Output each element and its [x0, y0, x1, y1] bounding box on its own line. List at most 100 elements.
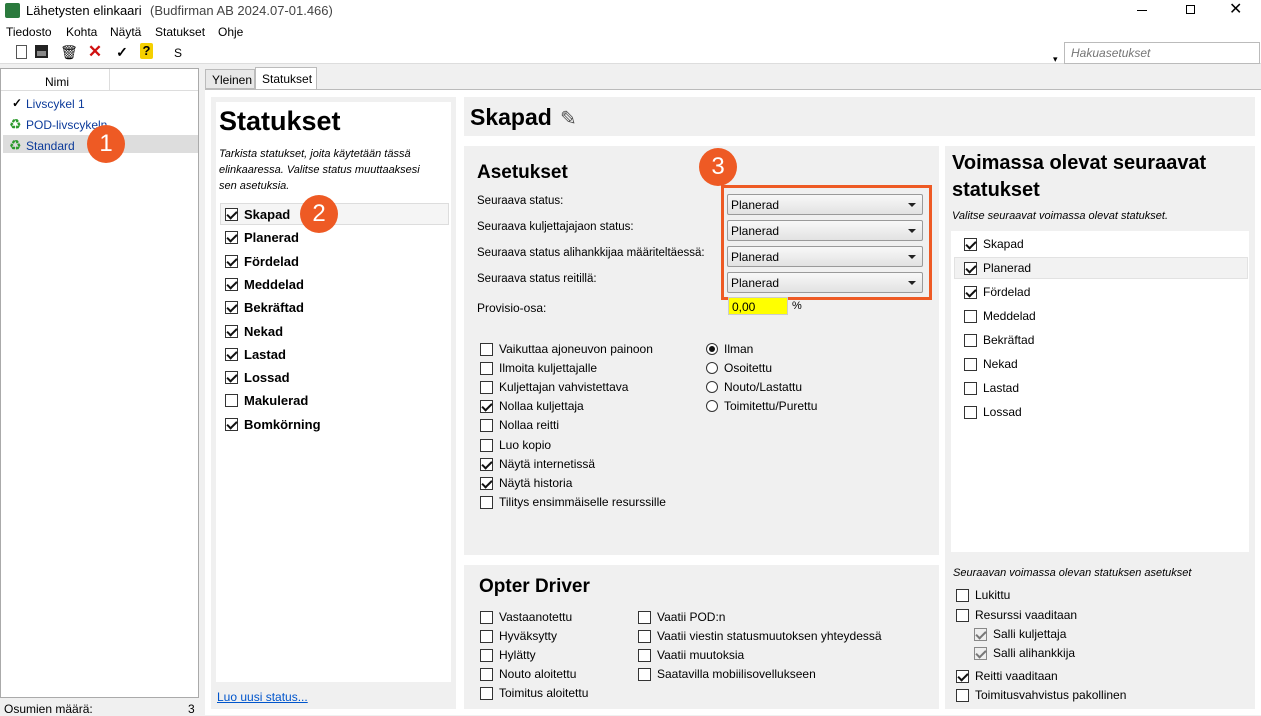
s-button[interactable]: S	[174, 46, 182, 60]
settings-option-checkbox[interactable]	[480, 438, 493, 452]
status-item-checkbox[interactable]	[225, 231, 238, 245]
settings-option-label: Tilitys ensimmäiselle resurssille	[499, 494, 666, 509]
list-item[interactable]: Standard	[26, 139, 75, 153]
save-icon[interactable]	[32, 43, 50, 61]
driver-option-label: Hylätty	[499, 648, 536, 663]
provision-input[interactable]: 0,00	[728, 297, 788, 315]
next-setting-checkbox[interactable]	[974, 628, 987, 641]
trash-icon[interactable]: 🗑	[60, 43, 78, 61]
status-item-checkbox[interactable]	[225, 394, 238, 408]
settings-title: Asetukset	[477, 162, 568, 183]
radio-button[interactable]	[706, 343, 718, 355]
next-status-item-label: Lastad	[983, 381, 1020, 395]
menu-ohje[interactable]: Ohje	[218, 25, 243, 39]
next-status-item-label: Meddelad	[983, 309, 1036, 323]
edit-pencil-icon[interactable]: ✎	[560, 106, 577, 131]
settings-option-checkbox[interactable]	[480, 362, 493, 376]
search-dropdown-icon[interactable]: ▾	[1053, 54, 1058, 65]
column-header-name[interactable]: Nimi	[45, 75, 69, 89]
help-icon[interactable]: ?	[140, 43, 153, 59]
menu-nayta[interactable]: Näytä	[110, 25, 141, 39]
minimize-icon[interactable]	[1137, 10, 1147, 11]
status-item-label: Meddelad	[244, 276, 304, 292]
driver-option-checkbox[interactable]	[480, 611, 493, 624]
radio-button[interactable]	[706, 381, 718, 393]
tab-yleinen[interactable]: Yleinen	[205, 69, 255, 89]
driver-option-checkbox[interactable]	[480, 687, 493, 701]
next-status-item-checkbox[interactable]	[964, 406, 977, 419]
next-status-item-checkbox[interactable]	[964, 334, 977, 347]
status-item-checkbox[interactable]	[225, 371, 238, 385]
delete-icon[interactable]: ✕	[86, 43, 104, 61]
next-status-item-checkbox[interactable]	[964, 382, 977, 395]
new-status-link[interactable]: Luo uusi status...	[217, 690, 308, 704]
driver-option-checkbox[interactable]	[480, 630, 493, 644]
settings-option-label: Näytä historia	[499, 475, 573, 490]
next-setting-label: Salli kuljettaja	[993, 627, 1067, 641]
settings-option-checkbox[interactable]	[480, 457, 493, 471]
next-status-item-checkbox[interactable]	[964, 238, 977, 251]
next-setting-checkbox[interactable]	[974, 647, 987, 660]
title-bar: Lähetysten elinkaari (Budfirman AB 2024.…	[0, 0, 1261, 22]
new-document-icon[interactable]	[12, 43, 30, 61]
radio-button[interactable]	[706, 400, 718, 412]
status-item-checkbox[interactable]	[225, 301, 238, 315]
status-item-label: Bomkörning	[244, 416, 321, 432]
search-input[interactable]	[1064, 42, 1260, 64]
next-status-field-label: Seuraava status alihankkijaa määriteltäe…	[477, 247, 705, 259]
list-item[interactable]: Livscykel 1	[26, 97, 85, 111]
settings-option-checkbox[interactable]	[480, 476, 493, 490]
status-item-label: Skapad	[244, 207, 291, 222]
next-status-field-label: Seuraava kuljettajajaon status:	[477, 221, 634, 233]
driver-option-checkbox[interactable]	[638, 649, 651, 663]
next-setting-checkbox[interactable]	[956, 609, 969, 622]
menu-kohta[interactable]: Kohta	[66, 25, 97, 39]
next-setting-checkbox[interactable]	[956, 670, 969, 683]
recycle-icon: ♻	[9, 137, 22, 153]
driver-option-checkbox[interactable]	[638, 611, 651, 624]
lifecycle-list-panel: Nimi ✓ Livscykel 1 ♻ POD-livscykeln ♻ St…	[0, 68, 199, 698]
status-item-label: Planerad	[244, 230, 299, 246]
settings-option-label: Vaikuttaa ajoneuvon painoon	[499, 342, 653, 356]
settings-option-checkbox[interactable]	[480, 400, 493, 414]
status-item-checkbox[interactable]	[225, 417, 238, 431]
status-item-checkbox[interactable]	[225, 254, 238, 268]
annotation-badge-1: 1	[87, 125, 125, 163]
status-item-checkbox[interactable]	[225, 347, 238, 361]
driver-option-checkbox[interactable]	[480, 649, 493, 663]
close-icon[interactable]: ✕	[1229, 0, 1242, 20]
driver-option-checkbox[interactable]	[638, 668, 651, 682]
status-item-checkbox[interactable]	[225, 324, 238, 338]
driver-option-checkbox[interactable]	[638, 630, 651, 644]
next-status-item-checkbox[interactable]	[964, 262, 977, 275]
radio-button[interactable]	[706, 362, 718, 374]
next-status-item-checkbox[interactable]	[964, 310, 977, 323]
detail-header	[464, 97, 1255, 136]
menu-statukset[interactable]: Statukset	[155, 25, 205, 39]
settings-option-checkbox[interactable]	[480, 419, 493, 433]
next-status-item-checkbox[interactable]	[964, 358, 977, 371]
statuses-title: Statukset	[219, 106, 341, 136]
recycle-icon: ♻	[9, 116, 22, 132]
next-setting-label: Salli alihankkija	[993, 646, 1076, 660]
next-setting-checkbox[interactable]	[956, 689, 969, 702]
maximize-icon[interactable]	[1186, 5, 1195, 14]
next-status-item-checkbox[interactable]	[964, 286, 977, 299]
settings-option-label: Luo kopio	[499, 437, 552, 452]
tab-statukset[interactable]: Statukset	[255, 67, 317, 90]
window-title: Lähetysten elinkaari	[26, 3, 142, 18]
next-setting-checkbox[interactable]	[956, 589, 969, 602]
menu-tiedosto[interactable]: Tiedosto	[6, 25, 52, 39]
driver-option-checkbox[interactable]	[480, 668, 493, 682]
settings-option-label: Kuljettajan vahvistettava	[499, 380, 629, 395]
next-status-field-label: Seuraava status reitillä:	[477, 273, 597, 285]
settings-option-checkbox[interactable]	[480, 381, 493, 395]
checkmark-icon[interactable]: ✓	[113, 43, 131, 61]
app-icon	[5, 3, 20, 18]
settings-option-checkbox[interactable]	[480, 495, 493, 509]
next-status-item-label: Nekad	[983, 357, 1018, 371]
annotation-badge-3: 3	[699, 148, 737, 186]
status-item-checkbox[interactable]	[225, 208, 238, 221]
status-item-checkbox[interactable]	[225, 277, 238, 291]
settings-option-checkbox[interactable]	[480, 343, 493, 356]
